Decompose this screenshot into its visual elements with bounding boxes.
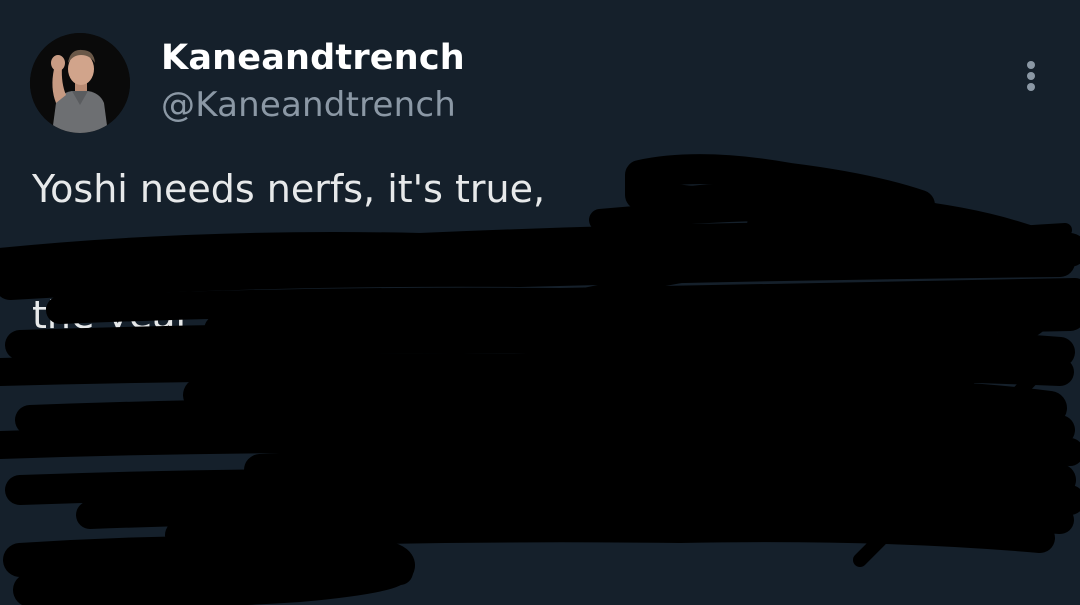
vertical-ellipsis-icon <box>1027 72 1035 80</box>
tweet-text-line: Yoshi needs nerfs, it's true, <box>32 167 546 211</box>
more-options-button[interactable] <box>1011 52 1051 98</box>
tweet-text-line: the year <box>32 293 192 337</box>
vertical-ellipsis-icon <box>1027 61 1035 69</box>
vertical-ellipsis-icon <box>1027 83 1035 91</box>
tweet-text-line <box>32 221 1072 284</box>
profile-photo-icon <box>30 33 130 133</box>
tweet-body: Yoshi needs nerfs, it's true, the year <box>32 158 1072 599</box>
tweet-text-line <box>32 347 1072 410</box>
author-handle[interactable]: @Kaneandtrench <box>161 81 456 129</box>
avatar[interactable] <box>30 33 130 133</box>
tweet-text-line <box>32 536 1072 599</box>
tweet-text-line <box>32 410 1072 473</box>
tweet-card: Kaneandtrench @Kaneandtrench Yoshi needs… <box>0 0 1080 605</box>
author-display-name[interactable]: Kaneandtrench <box>161 34 465 82</box>
tweet-text-line <box>32 473 1072 536</box>
